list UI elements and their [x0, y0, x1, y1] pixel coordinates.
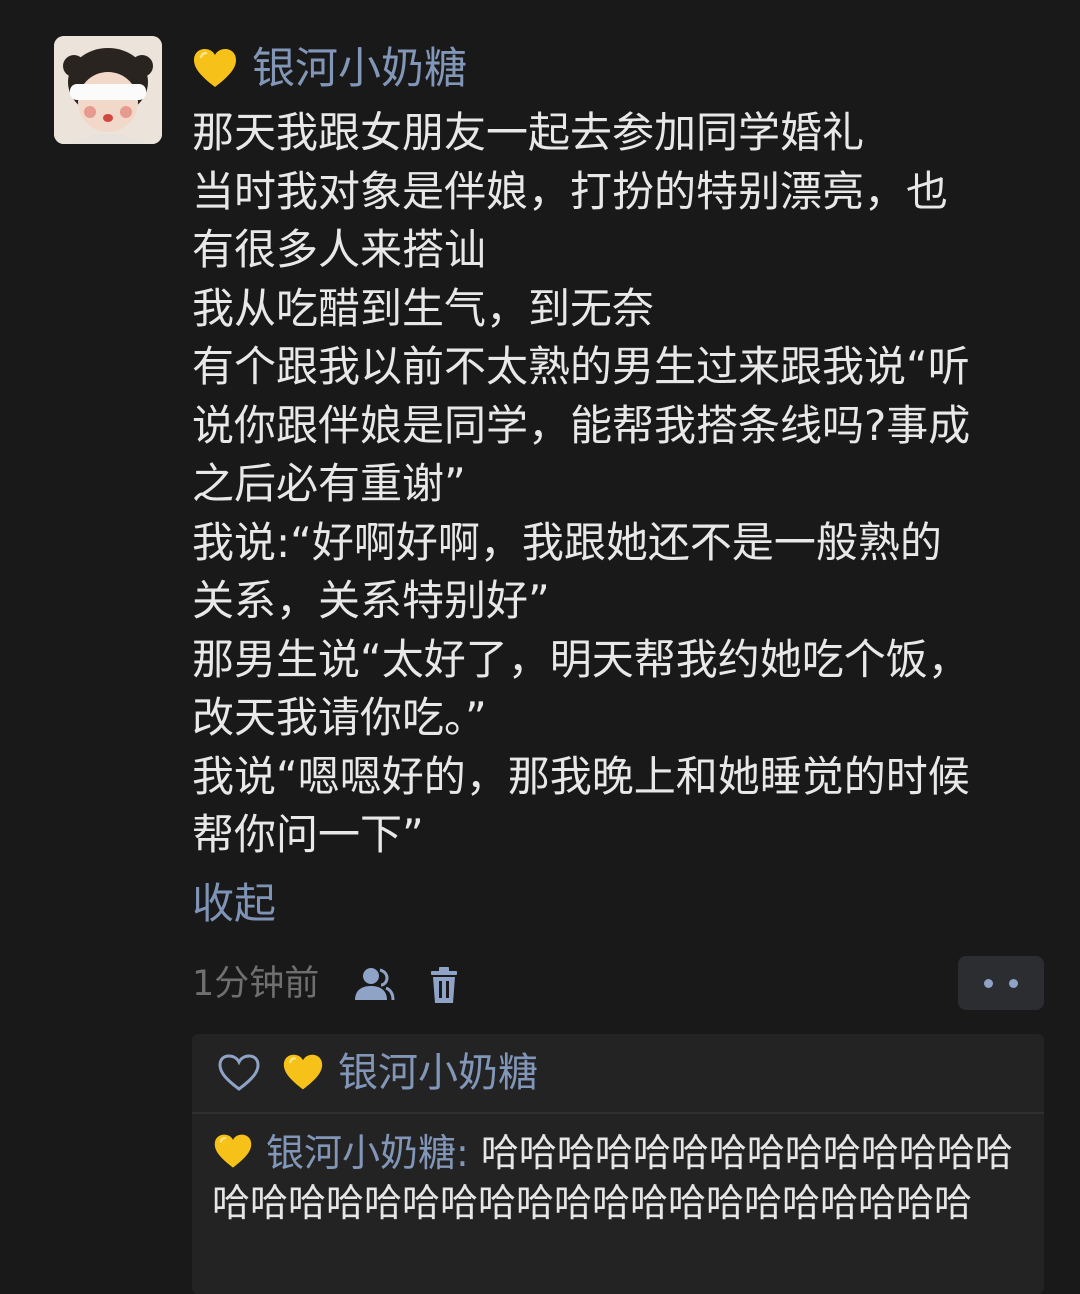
post-meta-row: 1分钟前: [192, 956, 1044, 1012]
post-line: 我说:“好啊好啊，我跟她还不是一般熟的: [192, 517, 942, 567]
post-line: 之后必有重谢”: [192, 459, 466, 508]
likes-comments-panel: 银河小奶糖 银河小奶糖: 哈哈哈哈哈哈哈哈哈哈哈哈哈哈哈哈哈哈哈哈哈哈哈哈哈哈哈…: [192, 1034, 1044, 1294]
timestamp: 1分钟前: [192, 964, 320, 1004]
more-dot-icon: [984, 979, 993, 988]
author-name[interactable]: 银河小奶糖: [252, 36, 467, 102]
more-dot-icon: [1009, 979, 1018, 988]
post-line: 有很多人来搭讪: [192, 225, 487, 274]
post-line: 我从吃醋到生气，到无奈: [192, 283, 655, 333]
yellow-heart-icon: [282, 1052, 324, 1094]
post-line: 关系，关系特别好”: [192, 576, 550, 625]
post-line: 说你跟伴娘是同学，能帮我搭条线吗?事成: [192, 400, 971, 450]
post-line: 那男生说“太好了，明天帮我约她吃个饭，: [192, 634, 970, 684]
comment-item[interactable]: 银河小奶糖: 哈哈哈哈哈哈哈哈哈哈哈哈哈哈哈哈哈哈哈哈哈哈哈哈哈哈哈哈哈哈哈哈哈…: [192, 1114, 1044, 1228]
author-avatar[interactable]: [54, 36, 162, 144]
author-row: 银河小奶糖: [192, 36, 1052, 102]
visibility-people-icon[interactable]: [352, 964, 396, 1006]
collapse-link[interactable]: 收起: [192, 875, 1052, 933]
trash-icon[interactable]: [422, 964, 466, 1006]
post: 银河小奶糖 那天我跟女朋友一起去参加同学婚礼 当时我对象是伴娘，打扮的特别漂亮，…: [192, 36, 1052, 933]
likes-row: 银河小奶糖: [192, 1034, 1044, 1112]
post-line: 当时我对象是伴娘，打扮的特别漂亮，也: [192, 166, 949, 216]
post-line: 改天我请你吃。”: [192, 693, 487, 742]
like-heart-outline-icon[interactable]: [216, 1052, 262, 1094]
yellow-heart-icon: [192, 46, 238, 92]
comment-author[interactable]: 银河小奶糖: [266, 1131, 456, 1175]
post-line: 有个跟我以前不太熟的男生过来跟我说“听: [192, 342, 970, 391]
yellow-heart-icon: [212, 1132, 254, 1172]
post-line: 帮你问一下”: [192, 810, 424, 859]
comment-separator: :: [456, 1131, 481, 1175]
post-line: 那天我跟女朋友一起去参加同学婚礼: [192, 108, 865, 157]
post-body: 那天我跟女朋友一起去参加同学婚礼 当时我对象是伴娘，打扮的特别漂亮，也 有很多人…: [192, 104, 1052, 865]
liker-name[interactable]: 银河小奶糖: [338, 1034, 538, 1112]
post-line: 我说“嗯嗯好的，那我晚上和她睡觉的时候: [192, 751, 970, 801]
more-options-button[interactable]: [958, 956, 1044, 1010]
